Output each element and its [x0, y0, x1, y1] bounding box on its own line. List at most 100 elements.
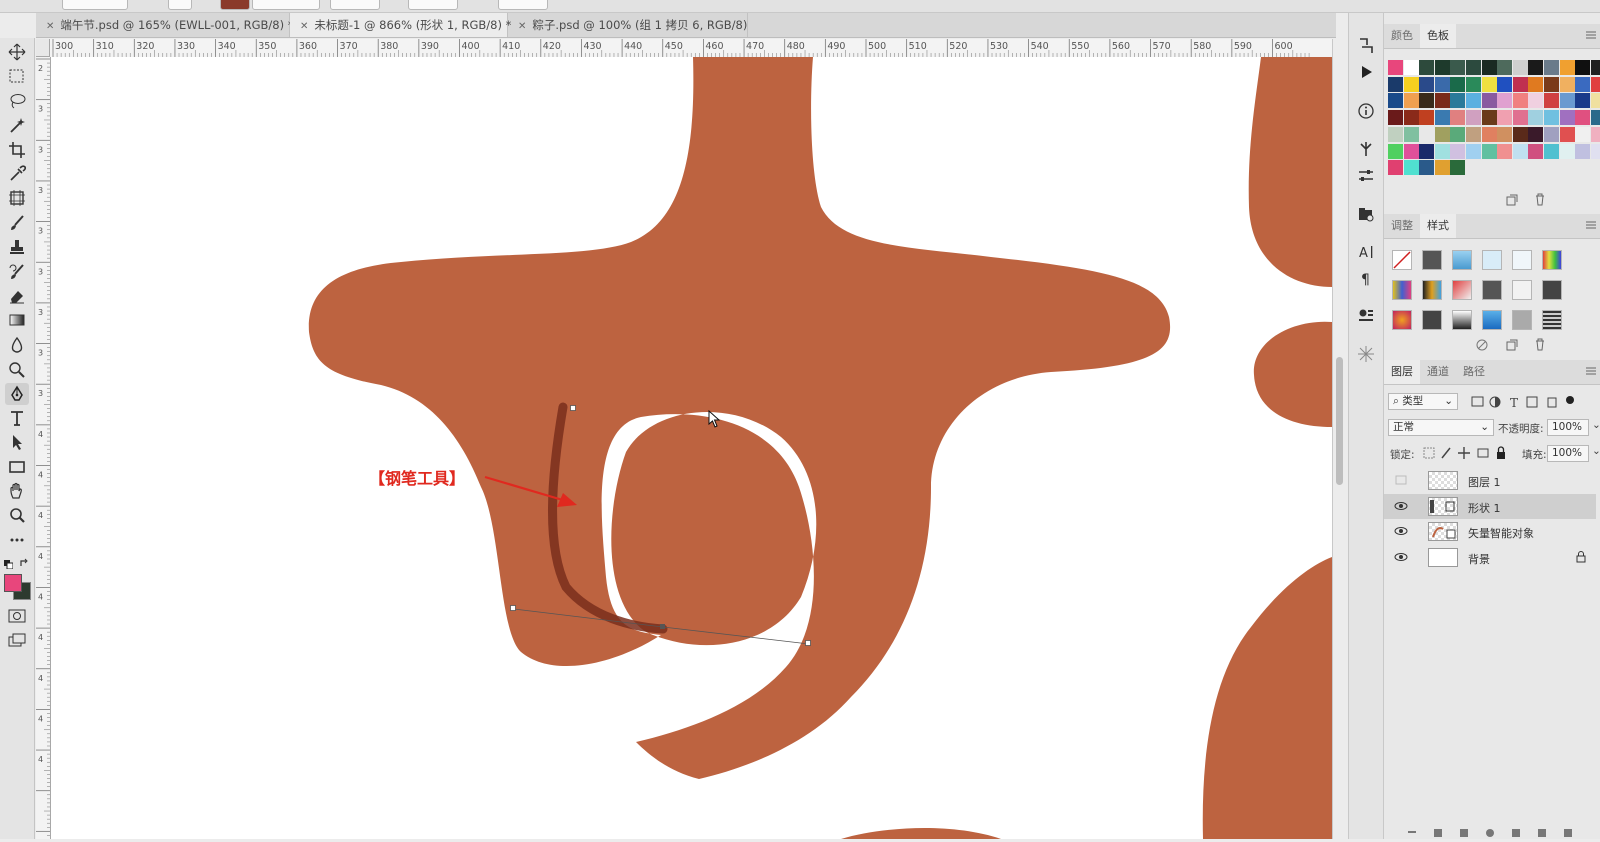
swatch[interactable]	[1419, 160, 1435, 176]
style-item[interactable]	[1512, 310, 1532, 330]
swatch[interactable]	[1466, 76, 1481, 92]
close-icon[interactable]: ✕	[518, 21, 526, 32]
glyphs-icon[interactable]	[1355, 305, 1377, 327]
swatch[interactable]	[1544, 126, 1559, 142]
swatch[interactable]	[1419, 110, 1435, 126]
visibility-eye-icon[interactable]	[1394, 501, 1408, 514]
style-item[interactable]	[1422, 280, 1442, 300]
swatch[interactable]	[1528, 110, 1544, 126]
stroke-type-select[interactable]	[330, 0, 380, 10]
swatch[interactable]	[1388, 93, 1403, 109]
style-item[interactable]	[1482, 250, 1502, 270]
style-item[interactable]	[1542, 280, 1562, 300]
swatch[interactable]	[1559, 110, 1575, 126]
visibility-eye-icon[interactable]	[1394, 526, 1408, 539]
new-style-icon[interactable]	[1506, 339, 1518, 351]
move-tool-icon[interactable]	[5, 41, 29, 63]
swatch[interactable]	[1512, 93, 1528, 109]
swatch[interactable]	[1466, 110, 1481, 126]
style-item[interactable]	[1452, 310, 1472, 330]
delete-style-icon[interactable]	[1534, 338, 1546, 351]
style-item[interactable]	[1482, 280, 1502, 300]
chevron-down-icon[interactable]: ⌄	[1592, 445, 1600, 457]
swatch[interactable]	[1466, 60, 1481, 75]
style-item[interactable]	[1422, 310, 1442, 330]
crop-tool-icon[interactable]	[5, 139, 29, 161]
swatch[interactable]	[1497, 143, 1513, 159]
blend-mode-select[interactable]: 正常 ⌄	[1388, 419, 1494, 436]
magic-wand-tool-icon[interactable]	[5, 114, 29, 136]
width-field[interactable]	[408, 0, 458, 10]
swatch[interactable]	[1528, 143, 1544, 159]
panel-menu-icon[interactable]	[1586, 30, 1596, 40]
stamp-tool-icon[interactable]	[5, 236, 29, 258]
quick-mask-icon[interactable]	[8, 609, 26, 623]
swatch[interactable]	[1403, 60, 1419, 75]
swatch[interactable]	[1450, 126, 1466, 142]
panel-menu-icon[interactable]	[1586, 366, 1596, 376]
tab-document-3[interactable]: ✕ 粽子.psd @ 100% (组 1 拷贝 6, RGB/8)	[508, 13, 748, 37]
swatch[interactable]	[1481, 126, 1497, 142]
stroke-width-select[interactable]	[252, 0, 320, 10]
swatch[interactable]	[1512, 110, 1528, 126]
layer-filter-select[interactable]: ⌕ 类型 ⌄	[1388, 393, 1458, 410]
swatch[interactable]	[1497, 76, 1513, 92]
close-icon[interactable]: ✕	[300, 21, 308, 32]
dodge-tool-icon[interactable]	[5, 358, 29, 380]
info-icon[interactable]	[1355, 100, 1377, 122]
panel-menu-icon[interactable]	[1586, 220, 1596, 230]
swatch[interactable]	[1544, 110, 1559, 126]
swatch[interactable]	[1544, 76, 1559, 92]
swatch[interactable]	[1497, 60, 1513, 75]
swatch[interactable]	[1434, 143, 1450, 159]
swatch[interactable]	[1450, 160, 1466, 176]
opacity-field[interactable]: 100%	[1547, 419, 1589, 436]
tab-layers[interactable]: 图层	[1384, 360, 1420, 384]
swatch[interactable]	[1544, 93, 1559, 109]
swatch[interactable]	[1559, 93, 1575, 109]
swatch[interactable]	[1559, 143, 1575, 159]
swatch[interactable]	[1590, 93, 1600, 109]
swatch[interactable]	[1450, 143, 1466, 159]
screen-mode-icon[interactable]	[8, 633, 26, 647]
light-burst-icon[interactable]	[1355, 343, 1377, 365]
style-item[interactable]	[1392, 310, 1412, 330]
path-selection-tool-icon[interactable]	[5, 431, 29, 453]
swatch[interactable]	[1590, 60, 1600, 75]
swatch[interactable]	[1497, 93, 1513, 109]
layer-row[interactable]: 图层 1	[1384, 468, 1596, 493]
eraser-tool-icon[interactable]	[5, 285, 29, 307]
swatch[interactable]	[1528, 93, 1544, 109]
style-none[interactable]	[1392, 250, 1412, 270]
swatch[interactable]	[1481, 110, 1497, 126]
swatch[interactable]	[1481, 76, 1497, 92]
swatch[interactable]	[1419, 93, 1435, 109]
swatch[interactable]	[1559, 126, 1575, 142]
swatch[interactable]	[1419, 60, 1435, 75]
paragraph-icon[interactable]: ¶	[1355, 267, 1377, 289]
style-item[interactable]	[1452, 280, 1472, 300]
style-item[interactable]	[1512, 280, 1532, 300]
swatch[interactable]	[1434, 160, 1450, 176]
swatch[interactable]	[1575, 93, 1591, 109]
swatch[interactable]	[1528, 76, 1544, 92]
swatch[interactable]	[1528, 126, 1544, 142]
swatch[interactable]	[1388, 143, 1403, 159]
visibility-eye-icon[interactable]	[1394, 552, 1408, 565]
swatch[interactable]	[1388, 160, 1403, 176]
chevron-down-icon[interactable]: ⌄	[1592, 419, 1600, 431]
swatch[interactable]	[1403, 76, 1419, 92]
swatch[interactable]	[1512, 76, 1528, 92]
swatch[interactable]	[1434, 76, 1450, 92]
adjustments-sliders-icon[interactable]	[1355, 165, 1377, 187]
visibility-eye-icon[interactable]	[1394, 475, 1408, 488]
tab-channels[interactable]: 通道	[1420, 360, 1456, 384]
swatch[interactable]	[1403, 143, 1419, 159]
swatch[interactable]	[1388, 60, 1403, 75]
swatch[interactable]	[1466, 143, 1481, 159]
new-swatch-icon[interactable]	[1506, 194, 1518, 206]
libraries-icon[interactable]	[1355, 203, 1377, 225]
swatch[interactable]	[1388, 110, 1403, 126]
close-icon[interactable]: ✕	[46, 21, 54, 32]
tab-document-1[interactable]: ✕ 端午节.psd @ 165% (EWLL-001, RGB/8) *	[36, 13, 294, 37]
